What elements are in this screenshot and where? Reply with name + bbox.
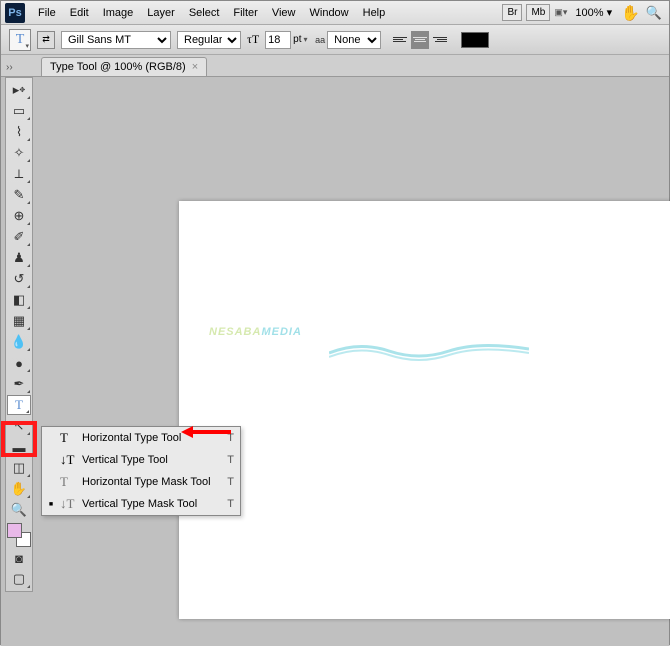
app-logo: Ps [5, 3, 25, 23]
align-group [391, 31, 449, 49]
toolbox: ▸✥ ▭ ⌇ ✧ ⟂ ✎ ⊕ ✐ ♟ ↺ ◧ ▦ 💧 ● ✒ T ↖ ▬ ◫ ✋… [5, 77, 33, 592]
text-color-swatch[interactable] [461, 32, 489, 48]
gradient-tool[interactable]: ▦ [7, 311, 31, 331]
tab-close-icon[interactable]: × [192, 61, 198, 73]
move-tool[interactable]: ▸✥ [7, 80, 31, 100]
bridge-button[interactable]: Br [502, 4, 522, 21]
font-size-icon: τT [247, 32, 259, 47]
antialias-select[interactable]: None [327, 31, 381, 49]
menu-edit[interactable]: Edit [63, 7, 96, 19]
wand-tool[interactable]: ✧ [7, 143, 31, 163]
lasso-tool[interactable]: ⌇ [7, 122, 31, 142]
menu-layer[interactable]: Layer [140, 7, 182, 19]
menu-select[interactable]: Select [182, 7, 227, 19]
orientation-toggle[interactable]: ⇄ [37, 31, 55, 49]
heal-tool[interactable]: ⊕ [7, 206, 31, 226]
options-bar: T▾ ⇄ Gill Sans MT Regular τT pt ▾ aa Non… [1, 25, 669, 55]
quickmask-tool[interactable]: ◙ [7, 548, 31, 568]
watermark-wave-icon [329, 341, 529, 361]
brush-tool[interactable]: ✐ [7, 227, 31, 247]
align-right-button[interactable] [431, 31, 449, 49]
flyout-vertical-type[interactable]: ↓T Vertical Type Tool T [42, 449, 240, 471]
font-size-input[interactable] [265, 31, 291, 49]
flyout-vertical-type-mask[interactable]: ■ ↓T Vertical Type Mask Tool T [42, 493, 240, 515]
3d-tool[interactable]: ◫ [7, 458, 31, 478]
tab-bar: ›› Type Tool @ 100% (RGB/8) × [1, 55, 669, 77]
type-tool-flyout: T Horizontal Type Tool T ↓T Vertical Typ… [41, 426, 241, 516]
vertical-type-mask-icon: ↓T [60, 496, 76, 512]
tool-preset-icon[interactable]: T▾ [9, 29, 31, 51]
zoom-icon[interactable]: 🔍 [646, 5, 662, 21]
menu-bar: Ps File Edit Image Layer Select Filter V… [1, 1, 669, 25]
tab-title: Type Tool @ 100% (RGB/8) [50, 61, 186, 73]
workspace: ▸✥ ▭ ⌇ ✧ ⟂ ✎ ⊕ ✐ ♟ ↺ ◧ ▦ 💧 ● ✒ T ↖ ▬ ◫ ✋… [1, 77, 669, 646]
hand-icon[interactable]: ✋ [621, 4, 640, 22]
vertical-type-icon: ↓T [60, 452, 76, 468]
dodge-tool[interactable]: ● [7, 353, 31, 373]
marquee-tool[interactable]: ▭ [7, 101, 31, 121]
menu-view[interactable]: View [265, 7, 303, 19]
horizontal-type-mask-icon: T [60, 474, 76, 490]
screenmode-tool[interactable]: ▢ [7, 569, 31, 589]
pen-tool[interactable]: ✒ [7, 374, 31, 394]
font-style-select[interactable]: Regular [177, 31, 241, 49]
stamp-tool[interactable]: ♟ [7, 248, 31, 268]
color-swatches[interactable] [7, 523, 31, 547]
zoom-tool[interactable]: 🔍 [7, 500, 31, 520]
annotation-arrow [191, 430, 231, 434]
canvas[interactable]: NESABAMEDIA [179, 201, 670, 619]
menu-help[interactable]: Help [356, 7, 393, 19]
eyedropper-tool[interactable]: ✎ [7, 185, 31, 205]
document-tab[interactable]: Type Tool @ 100% (RGB/8) × [41, 57, 207, 76]
antialias-label: aa [315, 35, 325, 45]
hand-tool[interactable]: ✋ [7, 479, 31, 499]
menu-image[interactable]: Image [96, 7, 141, 19]
align-left-button[interactable] [391, 31, 409, 49]
align-center-button[interactable] [411, 31, 429, 49]
blur-tool[interactable]: 💧 [7, 332, 31, 352]
history-brush-tool[interactable]: ↺ [7, 269, 31, 289]
font-size-field[interactable]: pt ▾ [265, 31, 309, 49]
annotation-highlight [1, 421, 37, 457]
screenmode-drop[interactable]: ▣▾ [552, 7, 569, 18]
expand-panels-icon[interactable]: ›› [6, 62, 20, 76]
type-tool[interactable]: T [7, 395, 31, 415]
horizontal-type-icon: T [60, 430, 76, 446]
fg-color[interactable] [7, 523, 22, 538]
menu-file[interactable]: File [31, 7, 63, 19]
flyout-horizontal-type-mask[interactable]: T Horizontal Type Mask Tool T [42, 471, 240, 493]
menu-window[interactable]: Window [303, 7, 356, 19]
eraser-tool[interactable]: ◧ [7, 290, 31, 310]
watermark: NESABAMEDIA [209, 311, 302, 342]
font-family-select[interactable]: Gill Sans MT [61, 31, 171, 49]
menu-filter[interactable]: Filter [226, 7, 264, 19]
minibridge-button[interactable]: Mb [526, 4, 550, 21]
zoom-level[interactable]: 100% ▾ [569, 6, 618, 19]
crop-tool[interactable]: ⟂ [7, 164, 31, 184]
selected-dot-icon: ■ [48, 501, 54, 508]
